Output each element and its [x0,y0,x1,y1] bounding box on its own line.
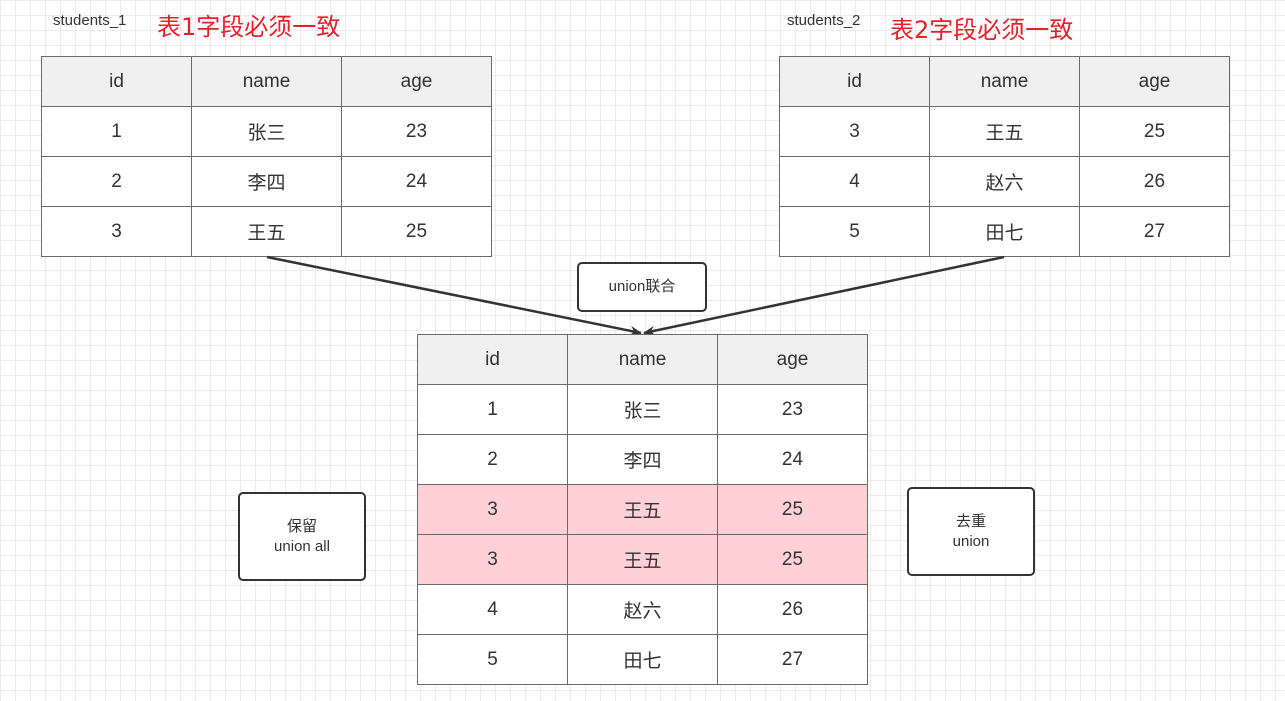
union-all-note-line1: 保留 [286,517,317,535]
duplicate-row: 3 王五 25 [417,534,868,585]
column-header-id: id [417,334,568,385]
cell-id: 5 [417,634,568,685]
union-label: union联合 [608,278,676,295]
cell-id: 1 [417,384,568,435]
cell-name: 王五 [567,484,718,535]
table-row: 4 赵六 26 [417,584,868,635]
union-all-note-line2: union all [274,537,330,555]
column-header-age: age [717,334,868,385]
cell-age: 23 [717,384,868,435]
duplicate-row: 3 王五 25 [417,484,868,535]
cell-name: 张三 [567,384,718,435]
table-header-row: id name age [417,334,868,385]
cell-age: 27 [717,634,868,685]
column-header-name: name [567,334,718,385]
cell-age: 26 [717,584,868,635]
table-row: 2 李四 24 [417,434,868,485]
cell-name: 田七 [567,634,718,685]
cell-age: 25 [717,484,868,535]
cell-age: 25 [717,534,868,585]
union-result-table: id name age 1 张三 23 2 李四 24 3 王五 25 3 王五… [417,334,868,685]
cell-id: 2 [417,434,568,485]
union-all-note-box: 保留 union all [238,492,366,581]
cell-name: 赵六 [567,584,718,635]
table-row: 1 张三 23 [417,384,868,435]
union-note-box: 去重 union [907,487,1035,576]
cell-age: 24 [717,434,868,485]
cell-id: 3 [417,534,568,585]
union-note-line2: union [952,532,990,550]
table-row: 5 田七 27 [417,634,868,685]
union-label-box: union联合 [577,262,707,312]
cell-name: 王五 [567,534,718,585]
cell-name: 李四 [567,434,718,485]
cell-id: 4 [417,584,568,635]
union-note-line1: 去重 [955,512,986,530]
cell-id: 3 [417,484,568,535]
